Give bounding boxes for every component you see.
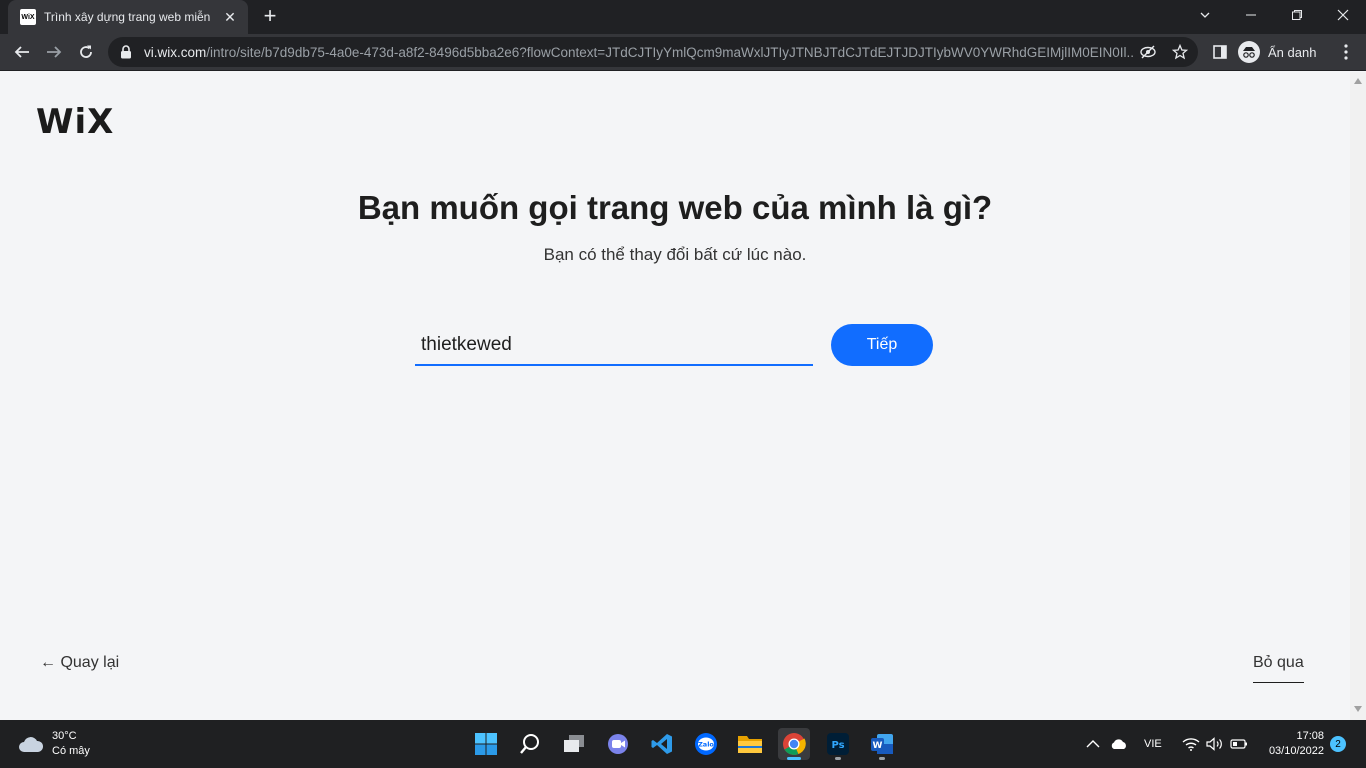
incognito-label: Ẩn danh bbox=[1268, 44, 1317, 60]
back-arrow-icon[interactable] bbox=[8, 38, 36, 66]
url-text: vi.wix.com/intro/site/b7d9db75-4a0e-473d… bbox=[144, 44, 1134, 60]
lock-icon bbox=[121, 45, 131, 59]
forward-arrow-icon[interactable] bbox=[40, 38, 68, 66]
page-subtitle: Bạn có thể thay đổi bất cứ lúc nào. bbox=[543, 245, 807, 264]
wix-logo[interactable]: WiX bbox=[36, 102, 114, 142]
incognito-icon bbox=[1238, 41, 1260, 63]
teams-icon[interactable] bbox=[602, 728, 634, 760]
photoshop-icon[interactable]: Ps bbox=[822, 728, 854, 760]
tracking-protection-icon[interactable] bbox=[1140, 44, 1156, 60]
tab-close-icon[interactable]: ✕ bbox=[222, 9, 238, 26]
open-app-indicator bbox=[835, 757, 841, 760]
page-title: Bạn muốn gọi trang web của mình là gì? bbox=[357, 189, 993, 226]
language-indicator[interactable]: VIE bbox=[1144, 720, 1162, 768]
clock-time: 17:08 bbox=[1296, 730, 1324, 742]
address-bar[interactable]: vi.wix.com/intro/site/b7d9db75-4a0e-473d… bbox=[108, 37, 1198, 67]
page-content: WiX Bạn muốn gọi trang web của mình là g… bbox=[0, 72, 1350, 720]
page-scrollbar[interactable] bbox=[1350, 72, 1366, 720]
onedrive-icon[interactable] bbox=[1110, 720, 1128, 768]
word-icon[interactable]: W bbox=[866, 728, 898, 760]
task-view-icon[interactable] bbox=[558, 728, 590, 760]
word-label: W bbox=[873, 741, 883, 751]
minimize-icon[interactable] bbox=[1228, 0, 1274, 30]
weather-temp: 30°C bbox=[52, 730, 77, 742]
browser-tab[interactable]: WiX Trình xây dựng trang web miễn phí ✕ bbox=[8, 0, 248, 34]
start-icon[interactable] bbox=[470, 728, 502, 760]
weather-desc: Có mây bbox=[52, 745, 90, 757]
zalo-label: Zalo bbox=[698, 741, 714, 749]
cloud-icon bbox=[19, 737, 44, 752]
wix-favicon-icon: WiX bbox=[20, 9, 36, 25]
file-explorer-icon[interactable] bbox=[734, 728, 766, 760]
system-clock[interactable]: 17:08 03/10/2022 bbox=[1262, 729, 1324, 759]
taskbar: 30°C Có mây Zalo Ps W VIE 17:08 03/10/20… bbox=[0, 720, 1366, 768]
site-name-input[interactable] bbox=[415, 326, 813, 366]
volume-icon[interactable] bbox=[1206, 720, 1224, 768]
search-icon[interactable] bbox=[514, 728, 546, 760]
vscode-icon[interactable] bbox=[646, 728, 678, 760]
bookmark-star-icon[interactable] bbox=[1172, 44, 1188, 60]
browser-toolbar: vi.wix.com/intro/site/b7d9db75-4a0e-473d… bbox=[0, 34, 1366, 71]
open-app-indicator bbox=[879, 757, 885, 760]
wifi-icon[interactable] bbox=[1182, 720, 1200, 768]
incognito-indicator[interactable]: Ẩn danh bbox=[1238, 39, 1316, 65]
tab-title: Trình xây dựng trang web miễn phí bbox=[44, 10, 214, 24]
side-panel-icon[interactable] bbox=[1206, 38, 1234, 66]
back-link[interactable]: ← Quay lại bbox=[40, 654, 119, 672]
tab-search-icon[interactable] bbox=[1182, 0, 1228, 30]
zalo-icon[interactable]: Zalo bbox=[690, 728, 722, 760]
clock-date: 03/10/2022 bbox=[1268, 745, 1324, 757]
active-app-indicator bbox=[787, 757, 801, 760]
ps-label: Ps bbox=[831, 740, 844, 751]
battery-icon[interactable] bbox=[1230, 720, 1248, 768]
browser-titlebar: WiX Trình xây dựng trang web miễn phí ✕ … bbox=[0, 0, 1366, 34]
next-button[interactable]: Tiếp bbox=[831, 324, 933, 366]
menu-dots-icon[interactable] bbox=[1332, 38, 1360, 66]
chrome-icon[interactable] bbox=[778, 728, 810, 760]
show-hidden-icons-chevron-icon[interactable] bbox=[1086, 720, 1100, 768]
skip-link[interactable]: Bỏ qua bbox=[1253, 654, 1304, 683]
notification-badge[interactable]: 2 bbox=[1330, 736, 1346, 752]
weather-widget[interactable]: 30°C Có mây bbox=[18, 729, 90, 759]
new-tab-icon[interactable]: + bbox=[258, 4, 282, 28]
restore-icon[interactable] bbox=[1274, 0, 1320, 30]
close-window-icon[interactable] bbox=[1320, 0, 1366, 30]
reload-icon[interactable] bbox=[72, 38, 100, 66]
